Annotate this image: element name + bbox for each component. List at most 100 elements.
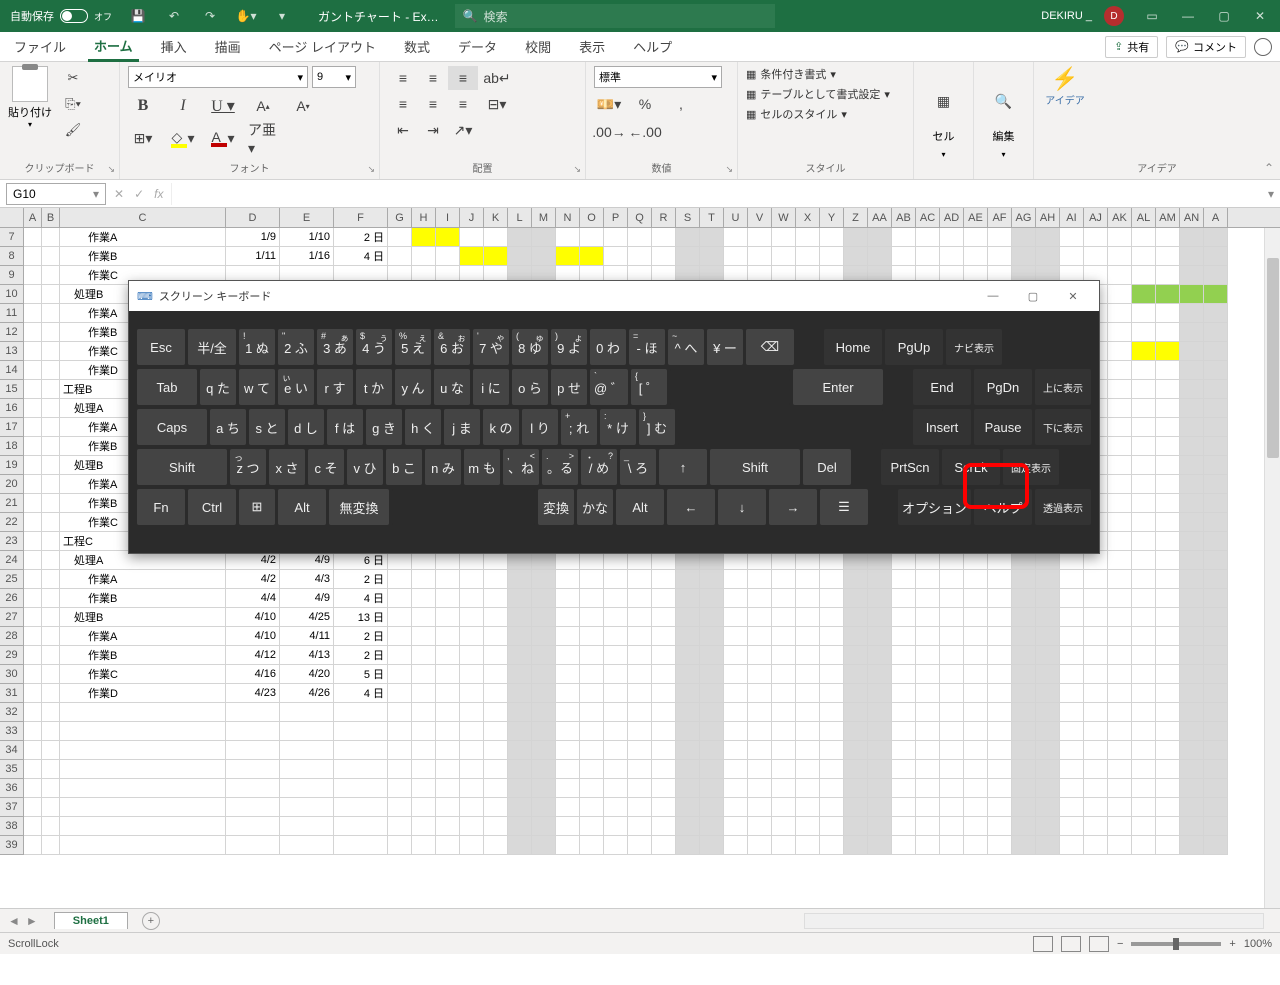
osk-key[interactable] (678, 409, 883, 445)
cell[interactable] (580, 228, 604, 247)
cell[interactable] (700, 722, 724, 741)
cell[interactable] (652, 228, 676, 247)
osk-key[interactable]: %ぇ5 え (395, 329, 431, 365)
cell[interactable]: 作業A (60, 627, 226, 646)
cell[interactable] (1180, 418, 1204, 437)
cell[interactable] (436, 798, 460, 817)
zoom-out-icon[interactable]: − (1117, 938, 1123, 950)
cell[interactable] (460, 665, 484, 684)
format-painter-icon[interactable]: 🖌 (58, 118, 88, 142)
cell[interactable] (436, 646, 460, 665)
cell[interactable] (1204, 665, 1228, 684)
cell[interactable] (226, 703, 280, 722)
cell[interactable] (1108, 342, 1132, 361)
osk-key[interactable]: k の (483, 409, 519, 445)
cell[interactable] (24, 342, 42, 361)
cell[interactable] (700, 665, 724, 684)
cell[interactable] (988, 646, 1012, 665)
cell[interactable] (1132, 703, 1156, 722)
row-header[interactable]: 24 (0, 551, 24, 570)
col-header[interactable]: AF (988, 208, 1012, 227)
cell[interactable] (508, 228, 532, 247)
cell[interactable] (436, 608, 460, 627)
osk-key[interactable]: ⌫ (746, 329, 794, 365)
cell[interactable] (436, 570, 460, 589)
cell[interactable] (1132, 532, 1156, 551)
cell[interactable] (412, 570, 436, 589)
cell[interactable] (916, 760, 940, 779)
cell[interactable] (892, 836, 916, 855)
cell[interactable] (940, 798, 964, 817)
cell[interactable] (484, 703, 508, 722)
cell[interactable] (604, 608, 628, 627)
redo-icon[interactable]: ↷ (194, 2, 226, 30)
cell[interactable] (1060, 798, 1084, 817)
cell[interactable] (676, 665, 700, 684)
cell[interactable] (1084, 247, 1108, 266)
osk-key[interactable]: → (769, 489, 817, 525)
cell[interactable] (772, 760, 796, 779)
cell[interactable] (1156, 570, 1180, 589)
cell[interactable] (1012, 779, 1036, 798)
cell[interactable] (42, 665, 60, 684)
osk-key-ScrLk[interactable]: ScrLk (942, 449, 1000, 485)
cell[interactable] (1180, 266, 1204, 285)
cell[interactable] (24, 247, 42, 266)
col-header[interactable]: AB (892, 208, 916, 227)
osk-key[interactable]: n み (425, 449, 461, 485)
cell[interactable] (1108, 551, 1132, 570)
cell[interactable] (1108, 589, 1132, 608)
cell[interactable] (42, 532, 60, 551)
cell[interactable] (916, 228, 940, 247)
cell[interactable] (1108, 437, 1132, 456)
cell[interactable] (1204, 304, 1228, 323)
cell[interactable] (820, 722, 844, 741)
cell[interactable] (628, 836, 652, 855)
font-name-select[interactable]: メイリオ▾ (128, 66, 308, 88)
cell[interactable] (796, 608, 820, 627)
cell[interactable] (724, 589, 748, 608)
cell[interactable] (24, 589, 42, 608)
cell[interactable] (1036, 741, 1060, 760)
cell[interactable] (1036, 836, 1060, 855)
page-layout-view-icon[interactable] (1061, 936, 1081, 952)
cell[interactable]: 1/16 (280, 247, 334, 266)
sheet-tab[interactable]: Sheet1 (54, 912, 128, 929)
cell[interactable] (60, 798, 226, 817)
cell[interactable] (556, 703, 580, 722)
cell[interactable] (844, 684, 868, 703)
cell[interactable] (388, 247, 412, 266)
cell[interactable] (1108, 456, 1132, 475)
cell[interactable] (796, 646, 820, 665)
osk-key[interactable]: Shift (710, 449, 800, 485)
number-launcher-icon[interactable]: ↘ (725, 164, 733, 175)
cell[interactable] (1108, 779, 1132, 798)
cell[interactable] (24, 817, 42, 836)
cell[interactable] (42, 475, 60, 494)
col-header[interactable]: A (24, 208, 42, 227)
cell[interactable] (280, 703, 334, 722)
cell[interactable] (556, 817, 580, 836)
cell[interactable] (1132, 551, 1156, 570)
col-header[interactable]: AD (940, 208, 964, 227)
cell[interactable] (42, 608, 60, 627)
osk-key[interactable]: Shift (137, 449, 227, 485)
cell[interactable] (42, 627, 60, 646)
cell[interactable] (1204, 817, 1228, 836)
osk-key[interactable]: {[ ゜ (631, 369, 667, 405)
cell[interactable] (1084, 760, 1108, 779)
cell[interactable] (796, 247, 820, 266)
cell[interactable] (532, 798, 556, 817)
cell[interactable] (748, 779, 772, 798)
tab-home[interactable]: ホーム (88, 32, 139, 62)
cell[interactable] (484, 247, 508, 266)
cell[interactable] (676, 228, 700, 247)
cell[interactable] (42, 722, 60, 741)
increase-font-icon[interactable]: A▴ (248, 94, 278, 118)
osk-key[interactable]: ,<、ね (503, 449, 539, 485)
cell[interactable] (334, 817, 388, 836)
cell[interactable] (484, 646, 508, 665)
osk-key[interactable]: s と (249, 409, 285, 445)
cell[interactable] (964, 779, 988, 798)
cell[interactable] (940, 646, 964, 665)
